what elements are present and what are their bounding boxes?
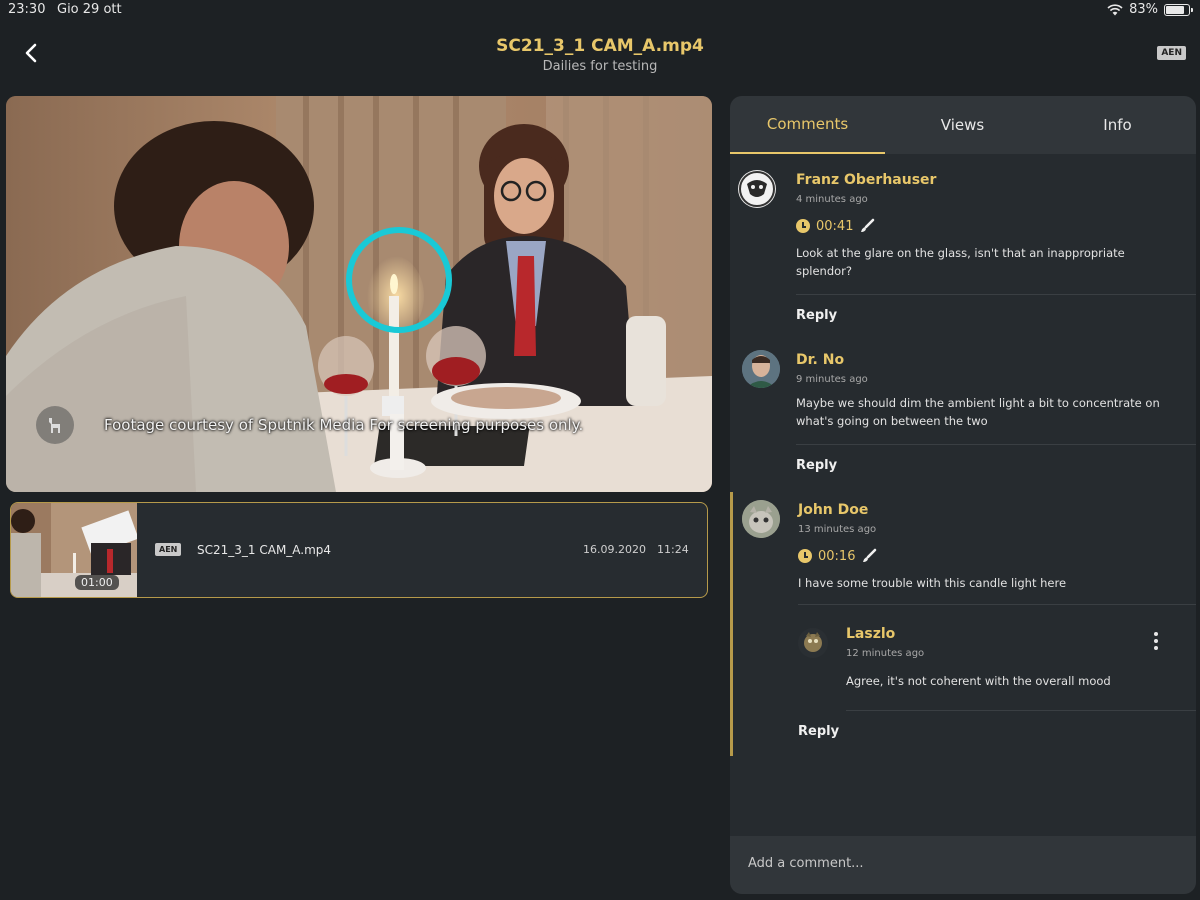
tab-comments[interactable]: Comments [730, 96, 885, 154]
clock-icon [796, 219, 810, 233]
comment-author[interactable]: Dr. No [796, 352, 844, 368]
comment-time: 4 minutes ago [796, 194, 868, 205]
clip-thumbnail: 01:00 [11, 503, 137, 597]
comment-divider [796, 294, 1196, 295]
panel-tabs: Comments Views Info [730, 96, 1196, 154]
tab-views[interactable]: Views [885, 96, 1040, 154]
avatar-john-doe [742, 500, 780, 538]
language-badge[interactable]: AEN [1157, 46, 1186, 60]
llama-logo-icon [49, 418, 60, 433]
comment-time: 9 minutes ago [796, 374, 868, 385]
page-subtitle: Dailies for testing [542, 59, 658, 74]
clip-language-badge: AEN [155, 543, 182, 556]
brush-icon [861, 218, 875, 232]
add-comment-bar [730, 836, 1196, 894]
reply-author[interactable]: Laszlo [846, 626, 895, 642]
reply-time: 12 minutes ago [846, 648, 925, 659]
thread-highlight-bar [730, 492, 733, 756]
watermark-logo [36, 406, 74, 444]
clip-filename: SC21_3_1 CAM_A.mp4 [197, 543, 332, 557]
comment-divider [798, 604, 1196, 605]
avatar [742, 500, 780, 538]
add-comment-input[interactable] [748, 856, 1168, 871]
battery-icon [1164, 3, 1193, 16]
reply-button[interactable]: Reply [796, 308, 837, 323]
comment-timestamp[interactable]: 00:41 [796, 218, 875, 234]
video-caption: Footage courtesy of Sputnik Media For sc… [104, 416, 584, 434]
clip-card[interactable]: 01:00 AEN SC21_3_1 CAM_A.mp4 16.09.2020 … [10, 502, 708, 598]
status-right: 83% [1107, 2, 1193, 17]
avatar-dr-no [742, 350, 780, 388]
clip-time: 11:24 [657, 543, 689, 556]
more-options-button[interactable] [1151, 632, 1161, 650]
status-bar: 23:30 Gio 29 ott 83% [0, 0, 1200, 20]
comment-divider [796, 444, 1196, 445]
timestamp-label: 00:16 [818, 548, 856, 564]
clip-duration: 01:00 [75, 575, 119, 590]
comment-author[interactable]: John Doe [798, 502, 868, 518]
reply-button[interactable]: Reply [798, 724, 839, 739]
wifi-icon [1107, 3, 1123, 15]
comment-text: I have some trouble with this candle lig… [798, 576, 1067, 590]
comment-list: Franz Oberhauser 4 minutes ago 00:41 Loo… [730, 154, 1196, 836]
status-time: 23:30 [8, 2, 46, 17]
comment-divider [846, 710, 1196, 711]
battery-percent: 83% [1129, 2, 1158, 17]
status-date: Gio 29 ott [57, 2, 122, 17]
header: SC21_3_1 CAM_A.mp4 Dailies for testing A… [0, 20, 1200, 86]
avatar [738, 170, 776, 208]
reply-button[interactable]: Reply [796, 458, 837, 473]
page-title: SC21_3_1 CAM_A.mp4 [496, 36, 704, 56]
clip-date: 16.09.2020 [583, 543, 646, 556]
video-player[interactable]: Footage courtesy of Sputnik Media For sc… [6, 96, 712, 492]
comment-text: Maybe we should dim the ambient light a … [796, 396, 1160, 428]
reply-text: Agree, it's not coherent with the overal… [846, 674, 1111, 688]
avatar [798, 628, 828, 658]
timestamp-label: 00:41 [816, 218, 854, 234]
avatar-franz [739, 171, 775, 207]
brush-icon [863, 548, 877, 562]
avatar [742, 350, 780, 388]
comment-time: 13 minutes ago [798, 524, 877, 535]
comments-panel: Comments Views Info Franz Oberhauser 4 m… [730, 96, 1196, 894]
tab-info[interactable]: Info [1040, 96, 1195, 154]
avatar-laszlo [798, 628, 828, 658]
comment-text: Look at the glare on the glass, isn't th… [796, 246, 1125, 278]
clock-icon [798, 549, 812, 563]
comment-author[interactable]: Franz Oberhauser [796, 172, 936, 188]
comment-timestamp[interactable]: 00:16 [798, 548, 877, 564]
